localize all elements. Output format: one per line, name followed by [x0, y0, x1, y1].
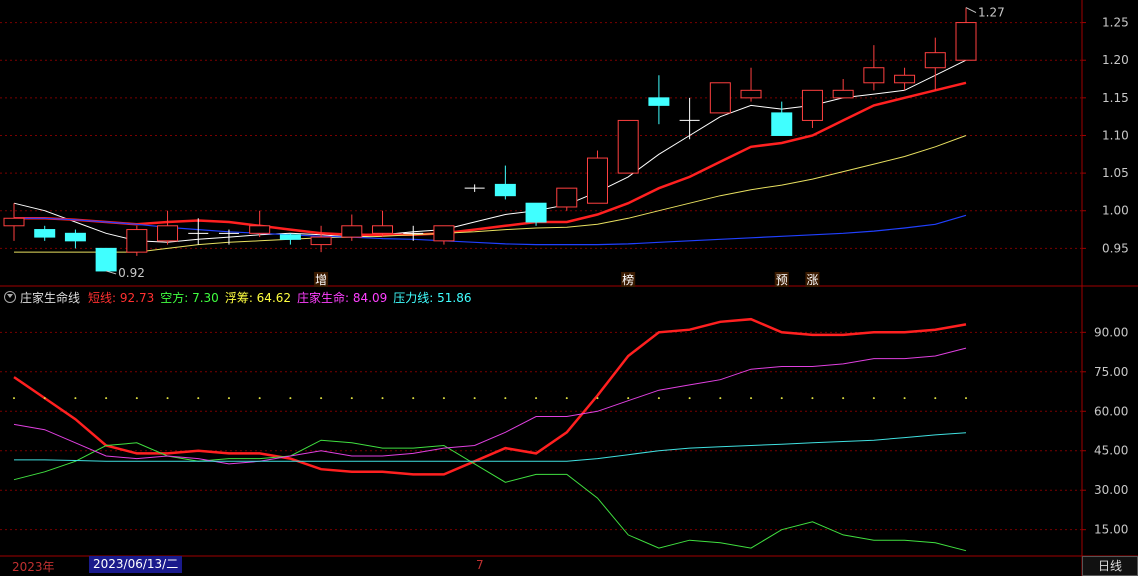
- float-dot: [320, 397, 323, 400]
- legend-float: 浮筹: 64.62: [224, 290, 292, 305]
- candle-body: [556, 187, 578, 208]
- cursor-date: 2023/06/13/二: [89, 556, 183, 573]
- float-dot: [596, 397, 599, 400]
- price-tick-label: 0.95: [1102, 241, 1129, 255]
- float-dot: [872, 397, 875, 400]
- year-label: 2023年: [12, 560, 55, 574]
- min-price-label: 0.92: [118, 266, 145, 280]
- candle-body: [433, 225, 455, 242]
- period-button[interactable]: 日线: [1082, 556, 1138, 576]
- indicator-line-life: [13, 347, 967, 465]
- month-label: 7: [476, 558, 484, 572]
- float-dot: [657, 397, 660, 400]
- candle-body: [924, 52, 946, 69]
- float-dot: [504, 397, 507, 400]
- time-axis-bar: 2023年 2023/06/13/二 7 日线: [0, 556, 1138, 576]
- float-dot: [412, 397, 415, 400]
- max-pointer: [965, 7, 977, 13]
- candle-body: [126, 229, 148, 253]
- indicator-tick-label: 60.00: [1094, 404, 1128, 418]
- marker-label: 涨: [806, 272, 818, 287]
- float-dot: [43, 397, 46, 400]
- candle-body: [771, 112, 793, 136]
- float-dot: [258, 397, 261, 400]
- candle-body: [34, 229, 56, 238]
- candle-body: [709, 82, 731, 114]
- candle-body: [157, 225, 179, 242]
- float-dot: [535, 397, 538, 400]
- legend-short: 短线: 92.73: [88, 290, 155, 305]
- float-dot: [473, 397, 476, 400]
- candle-body: [740, 89, 762, 99]
- candle-body: [894, 74, 916, 84]
- indicator-tick-label: 75.00: [1094, 365, 1128, 379]
- float-dot: [74, 397, 77, 400]
- float-dot: [965, 397, 967, 400]
- candle-body: [617, 119, 639, 174]
- float-dot: [350, 397, 353, 400]
- indicator-tick-label: 90.00: [1094, 325, 1128, 339]
- candle-body: [863, 67, 885, 84]
- marker-label: 预: [776, 273, 788, 287]
- price-tick-label: 1.20: [1102, 53, 1129, 67]
- legend-life: 庄家生命: 84.09: [297, 290, 388, 305]
- ma-line-ma10: [14, 81, 967, 237]
- float-dot: [627, 397, 630, 400]
- indicator-legend: 庄家生命线 短线: 92.73 空方: 7.30 浮筹: 64.62 庄家生命:…: [0, 288, 477, 306]
- candle-body: [648, 97, 670, 106]
- float-dot: [197, 397, 200, 400]
- legend-bear: 空方: 7.30: [160, 290, 219, 305]
- candle-body: [64, 232, 86, 242]
- price-tick-label: 1.00: [1102, 204, 1129, 218]
- candle-body: [249, 225, 271, 234]
- float-dot: [934, 397, 937, 400]
- float-dot: [381, 397, 384, 400]
- float-dot: [13, 397, 15, 400]
- float-dot: [719, 397, 722, 400]
- float-dot: [166, 397, 169, 400]
- candle-body: [955, 22, 977, 61]
- candle-body: [586, 157, 608, 204]
- max-price-label: 1.27: [978, 6, 1005, 20]
- candle-body: [494, 183, 516, 197]
- float-dot: [780, 397, 783, 400]
- indicator-tick-label: 30.00: [1094, 483, 1128, 497]
- candle-body: [372, 225, 394, 234]
- candle-body: [832, 89, 854, 99]
- indicator-tick-label: 45.00: [1094, 444, 1128, 458]
- candle-body: [95, 247, 117, 272]
- candle-body: [279, 234, 301, 240]
- collapse-arrow-icon[interactable]: [4, 291, 16, 303]
- float-dot: [811, 397, 814, 400]
- float-dot: [565, 397, 568, 400]
- price-tick-label: 1.15: [1102, 91, 1129, 105]
- float-dot: [750, 397, 753, 400]
- indicator-name: 庄家生命线: [20, 290, 81, 305]
- float-dot: [227, 397, 230, 400]
- price-tick-label: 1.05: [1102, 166, 1129, 180]
- float-dot: [903, 397, 906, 400]
- marker-label: 榜: [622, 272, 634, 287]
- float-dot: [688, 397, 691, 400]
- candle-body: [3, 217, 25, 227]
- candle-body: [801, 89, 823, 121]
- float-dot: [842, 397, 845, 400]
- float-dot: [289, 397, 292, 400]
- float-dot: [442, 397, 445, 400]
- price-tick-label: 1.25: [1102, 16, 1129, 30]
- candle-body: [341, 225, 363, 238]
- candle-body: [310, 236, 332, 246]
- ma-line-ma5: [13, 59, 967, 243]
- ma-line-ma60: [14, 214, 967, 246]
- float-dot: [135, 397, 138, 400]
- float-dot: [105, 397, 108, 400]
- legend-pressure: 压力线: 51.86: [393, 290, 472, 305]
- marker-label: 增: [315, 273, 327, 287]
- price-tick-label: 1.10: [1102, 128, 1129, 142]
- indicator-tick-label: 15.00: [1094, 523, 1128, 537]
- candle-body: [525, 202, 547, 223]
